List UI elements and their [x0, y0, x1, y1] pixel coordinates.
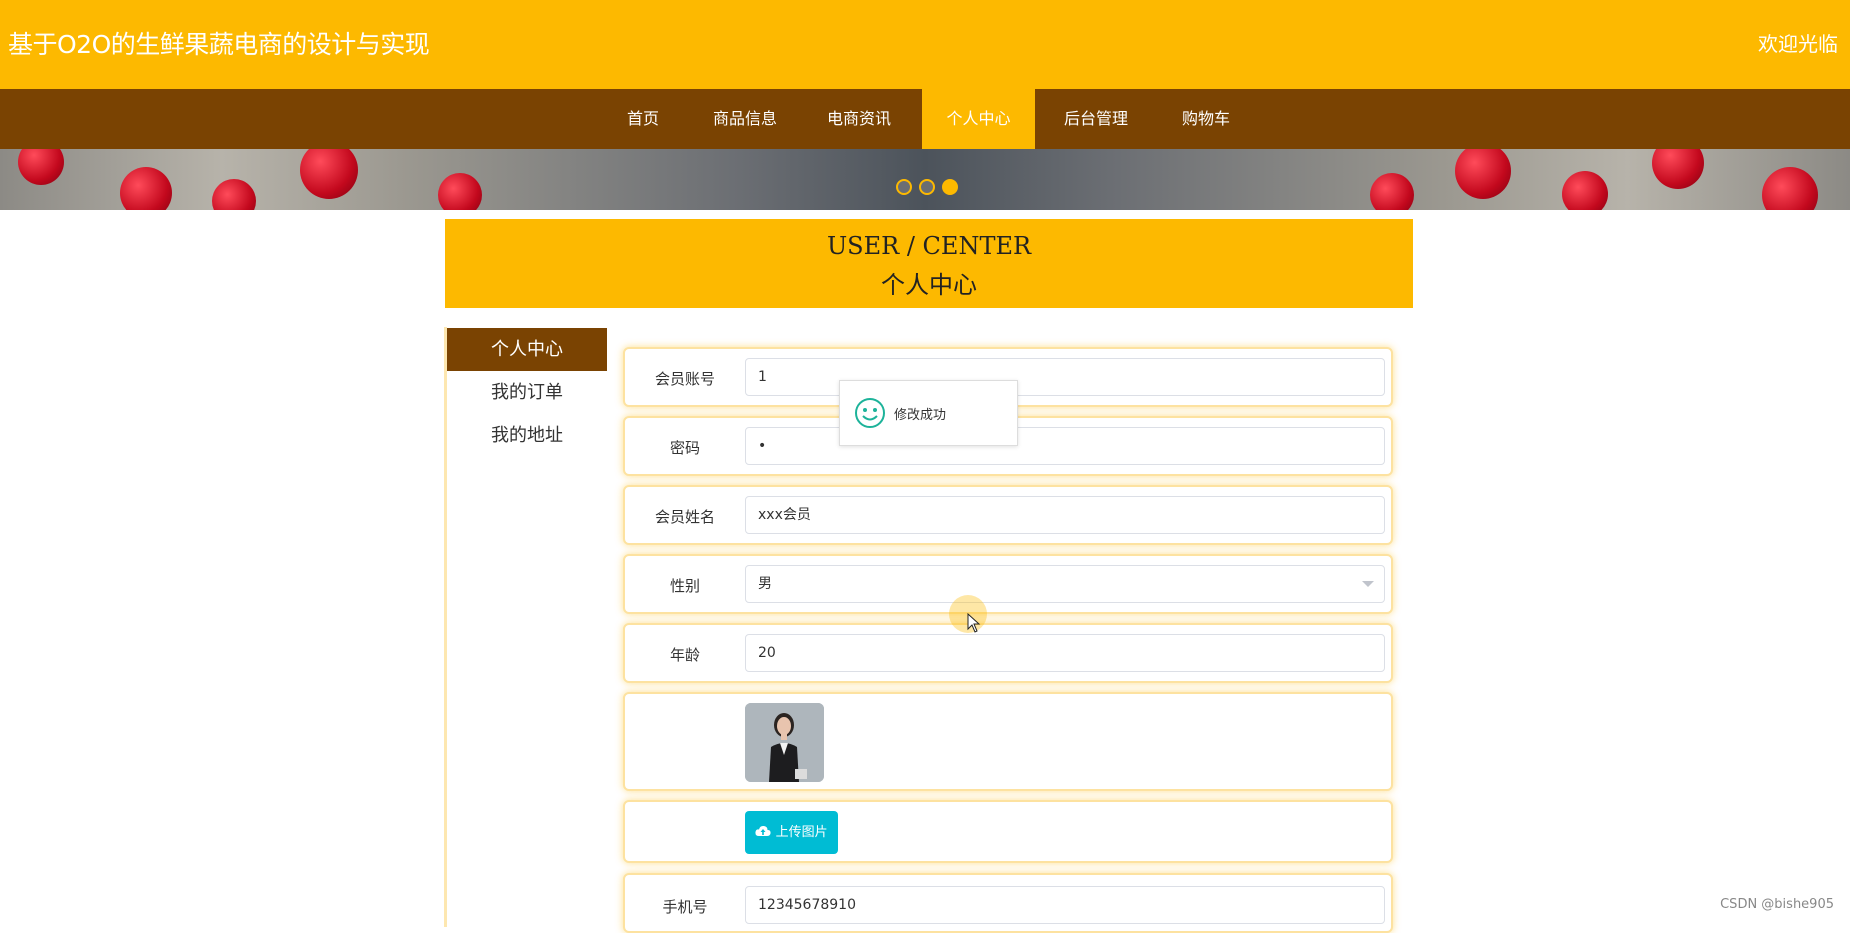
mouse-pointer-icon — [967, 613, 981, 633]
phone-label: 手机号 — [662, 898, 708, 916]
nav-item-home[interactable]: 首页 — [613, 89, 673, 149]
raspberry-image — [1562, 171, 1608, 210]
raspberry-image — [1455, 149, 1511, 199]
nav-item-user-center[interactable]: 个人中心 — [922, 89, 1035, 149]
raspberry-image — [212, 179, 256, 210]
form-row-age: 年龄 20 — [623, 623, 1393, 683]
form-row-avatar — [623, 692, 1393, 791]
site-title: 基于O2O的生鲜果蔬电商的设计与实现 — [8, 30, 430, 59]
carousel-dot-2[interactable] — [919, 179, 935, 195]
main-nav: 首页 商品信息 电商资讯 个人中心 后台管理 购物车 — [0, 89, 1850, 149]
cloud-upload-icon — [755, 825, 771, 836]
user-sidebar: 个人中心 我的订单 我的地址 — [444, 327, 607, 927]
raspberry-image — [1370, 173, 1414, 210]
account-label: 会员账号 — [654, 370, 715, 388]
nav-item-products[interactable]: 商品信息 — [704, 89, 786, 149]
welcome-text: 欢迎光临 — [1758, 32, 1838, 56]
smile-icon — [855, 398, 885, 428]
nav-item-cart[interactable]: 购物车 — [1170, 89, 1242, 149]
raspberry-image — [300, 149, 358, 199]
phone-input[interactable]: 12345678910 — [745, 886, 1385, 924]
name-label: 会员姓名 — [654, 508, 715, 526]
banner-carousel — [0, 149, 1850, 210]
carousel-dot-1[interactable] — [896, 179, 912, 195]
section-title-cn: 个人中心 — [881, 271, 977, 299]
nav-item-admin[interactable]: 后台管理 — [1055, 89, 1137, 149]
form-row-name: 会员姓名 xxx会员 — [623, 485, 1393, 545]
gender-select[interactable]: 男 — [745, 565, 1385, 603]
upload-image-button[interactable]: 上传图片 — [745, 811, 838, 854]
raspberry-image — [1762, 167, 1818, 210]
password-label: 密码 — [669, 439, 700, 457]
avatar-image — [745, 703, 824, 782]
chevron-down-icon — [1362, 581, 1374, 587]
sidebar-item-my-address[interactable]: 我的地址 — [447, 414, 607, 457]
gender-selected-value: 男 — [758, 576, 772, 592]
person-photo-icon — [745, 703, 824, 782]
raspberry-image — [1652, 149, 1704, 189]
form-row-upload: 上传图片 — [623, 800, 1393, 863]
age-input[interactable]: 20 — [745, 634, 1385, 672]
raspberry-image — [120, 167, 172, 210]
section-heading: USER / CENTER 个人中心 — [445, 219, 1413, 308]
form-row-phone: 手机号 12345678910 — [623, 873, 1393, 933]
section-title-en: USER / CENTER — [826, 232, 1032, 260]
name-input[interactable]: xxx会员 — [745, 496, 1385, 534]
carousel-dot-3[interactable] — [942, 179, 958, 195]
watermark-text: CSDN @bishe905 — [1720, 897, 1834, 912]
gender-label: 性别 — [669, 577, 700, 595]
raspberry-image — [438, 173, 482, 210]
top-header: 基于O2O的生鲜果蔬电商的设计与实现 欢迎光临 — [0, 0, 1850, 89]
nav-item-news[interactable]: 电商资讯 — [818, 89, 900, 149]
toast-message: 修改成功 — [894, 408, 947, 423]
upload-button-label: 上传图片 — [775, 825, 828, 840]
age-label: 年龄 — [669, 646, 700, 664]
sidebar-item-user-center[interactable]: 个人中心 — [447, 328, 607, 371]
raspberry-image — [18, 149, 64, 185]
success-toast: 修改成功 — [839, 380, 1018, 446]
form-row-gender: 性别 男 — [623, 554, 1393, 614]
sidebar-item-my-orders[interactable]: 我的订单 — [447, 371, 607, 414]
